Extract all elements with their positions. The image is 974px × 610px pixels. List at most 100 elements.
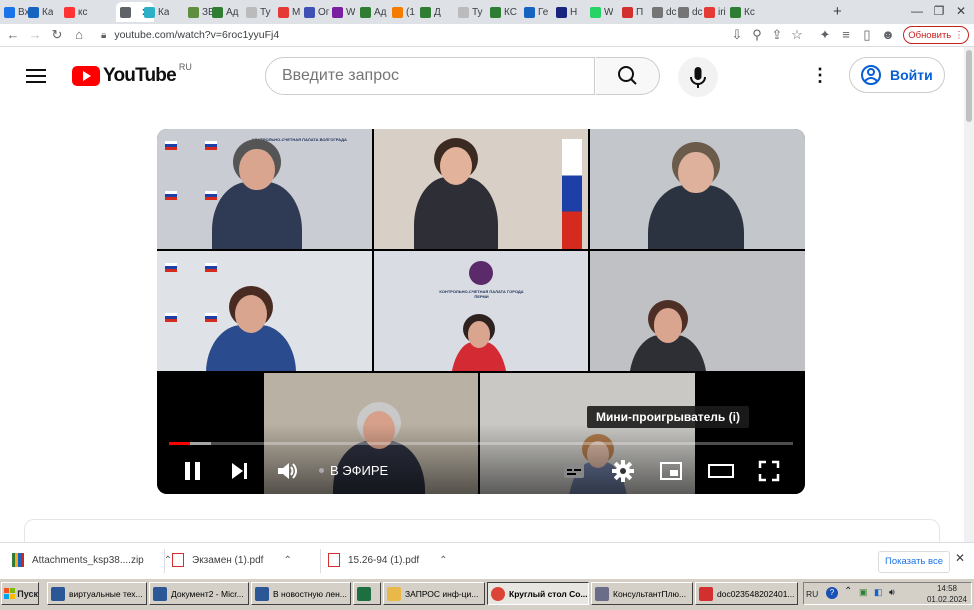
download-options-icon[interactable]: ⌃ — [283, 555, 291, 566]
taskbar-button[interactable]: КонсультантПлю... — [591, 582, 693, 605]
update-button[interactable]: Обновить ⋮ — [903, 26, 969, 44]
taskbar-button[interactable] — [353, 582, 381, 605]
page-scrollbar[interactable] — [964, 47, 974, 542]
lock-icon: 🔒︎ — [101, 29, 107, 41]
taskbar-button[interactable]: doc023548202401... — [695, 582, 798, 605]
browser-tab[interactable]: Ка — [144, 2, 169, 22]
search-input[interactable]: Введите запрос — [265, 57, 595, 95]
address-bar[interactable]: 🔒︎ youtube.com/watch?v=6roc1yyuFj4 — [95, 26, 725, 44]
share-icon[interactable]: ⇪ — [768, 26, 786, 44]
gear-icon — [612, 460, 634, 482]
sign-in-label: Войти — [890, 67, 933, 83]
video-player[interactable]: КОНТРОЛЬНО-СЧЕТНАЯ ПАЛАТА ВОЛГОГРАДА КОНТ… — [157, 129, 805, 494]
tab-favicon-icon — [524, 6, 535, 18]
download-item[interactable]: Attachments_ksp38....zip ⌃ — [12, 553, 172, 567]
reload-icon[interactable]: ↻ — [48, 26, 66, 44]
browser-tab[interactable]: W — [332, 2, 355, 22]
back-icon[interactable]: ← — [4, 26, 22, 44]
browser-tab[interactable]: ЗЕ — [188, 2, 215, 22]
subtitles-button[interactable] — [562, 459, 586, 483]
browser-tab[interactable]: Ог — [304, 2, 329, 22]
participant-face — [235, 295, 267, 333]
miniplayer-tooltip: Мини-проигрыватель (i) — [587, 406, 749, 428]
zoom-icon[interactable]: ⚲ — [748, 26, 766, 44]
show-all-downloads-button[interactable]: Показать все — [878, 551, 950, 573]
browser-tab[interactable]: Ка — [28, 2, 53, 22]
browser-tab[interactable]: (1 — [392, 2, 415, 22]
browser-tab[interactable]: П — [622, 2, 643, 22]
speaker-icon[interactable]: 🔊︎ — [889, 587, 895, 598]
browser-tab[interactable]: Д — [420, 2, 441, 22]
help-icon[interactable]: ? — [826, 587, 838, 599]
browser-tab[interactable]: кс — [64, 2, 88, 22]
pause-button[interactable] — [181, 459, 205, 483]
browser-tab[interactable]: Н — [556, 2, 577, 22]
search-button[interactable] — [596, 57, 660, 95]
start-button[interactable]: Пуск — [1, 582, 39, 605]
install-icon[interactable]: ⇩ — [728, 26, 746, 44]
browser-tab[interactable]: М — [278, 2, 300, 22]
miniplayer-button[interactable] — [659, 459, 683, 483]
tab-favicon-icon — [144, 6, 155, 18]
scrollbar-thumb[interactable] — [966, 50, 972, 122]
download-options-icon[interactable]: ⌃ — [439, 555, 447, 566]
sidepanel-icon[interactable]: ▯ — [858, 26, 876, 44]
maximize-icon[interactable]: ❐ — [929, 2, 949, 20]
browser-tab[interactable]: Ге — [524, 2, 548, 22]
youtube-logo[interactable]: YouTube RU — [72, 62, 192, 87]
windows-taskbar: Пуск виртуальные тех... Документ2 - Micr.… — [0, 578, 974, 610]
tab-title: М — [292, 6, 301, 18]
browser-tab[interactable]: Ту — [246, 2, 271, 22]
close-window-icon[interactable]: ✕ — [951, 2, 971, 20]
bookmark-star-icon[interactable]: ☆ — [788, 26, 806, 44]
miniplayer-icon — [660, 462, 682, 480]
forward-icon[interactable]: → — [26, 26, 44, 44]
menu-icon[interactable] — [26, 69, 46, 83]
tray-chevron-icon[interactable]: ⌃ — [844, 586, 852, 597]
download-item[interactable]: 15.26-94 (1).pdf ⌃ — [328, 553, 448, 567]
profile-icon[interactable]: ☻ — [879, 26, 897, 44]
taskbar-button[interactable]: В новостную лен... — [251, 582, 351, 605]
network-icon[interactable]: ▣ — [859, 587, 868, 598]
next-button[interactable] — [228, 459, 252, 483]
display-icon[interactable]: ◧ — [874, 587, 883, 598]
browser-tab[interactable]: Ад — [212, 2, 239, 22]
search-placeholder: Введите запрос — [282, 67, 399, 84]
browser-tab[interactable]: Ту — [458, 2, 483, 22]
live-indicator[interactable]: В ЭФИРЕ — [319, 463, 388, 478]
new-tab-button[interactable]: + — [833, 3, 842, 20]
progress-bar[interactable] — [169, 442, 793, 445]
tab-title: dc — [666, 6, 677, 18]
settings-button[interactable] — [611, 459, 635, 483]
extensions-icon[interactable]: ✦ — [816, 26, 834, 44]
flag-icon — [165, 191, 177, 200]
volume-button[interactable] — [275, 459, 299, 483]
browser-tab[interactable]: dc — [678, 2, 703, 22]
voice-search-button[interactable] — [678, 57, 718, 97]
theater-icon — [708, 464, 734, 478]
taskbar-button[interactable]: виртуальные тех... — [47, 582, 147, 605]
browser-tab[interactable]: Кс — [730, 2, 755, 22]
taskbar-button[interactable]: Документ2 - Micr... — [149, 582, 249, 605]
browser-tab[interactable]: dc — [652, 2, 677, 22]
media-icon[interactable]: ≡ — [837, 26, 855, 44]
fullscreen-button[interactable] — [757, 459, 781, 483]
browser-toolbar: ← → ↻ ⌂ 🔒︎ youtube.com/watch?v=6roc1yyuF… — [0, 24, 974, 47]
download-item[interactable]: Экзамен (1).pdf ⌃ — [172, 553, 292, 567]
minimize-icon[interactable]: — — [907, 2, 927, 20]
browser-tab[interactable]: iri — [704, 2, 726, 22]
clock[interactable]: 14:58 01.02.2024 — [927, 583, 967, 605]
browser-tab[interactable]: Вх — [4, 2, 30, 22]
browser-tab[interactable]: W — [590, 2, 613, 22]
sign-in-button[interactable]: Войти — [849, 57, 945, 93]
settings-menu-icon[interactable]: ⋮ — [810, 65, 830, 89]
browser-tab[interactable]: Ад — [360, 2, 387, 22]
home-icon[interactable]: ⌂ — [70, 26, 88, 44]
theater-mode-button[interactable] — [708, 459, 734, 483]
taskbar-button[interactable]: ЗАПРОС инф-ци... — [383, 582, 485, 605]
taskbar-button-label: doc023548202401... — [717, 588, 795, 599]
language-indicator[interactable]: RU — [806, 589, 818, 599]
browser-tab[interactable]: КС — [490, 2, 517, 22]
taskbar-button[interactable]: Круглый стол Со... — [487, 582, 589, 605]
close-downloads-icon[interactable]: ✕ — [955, 551, 965, 565]
